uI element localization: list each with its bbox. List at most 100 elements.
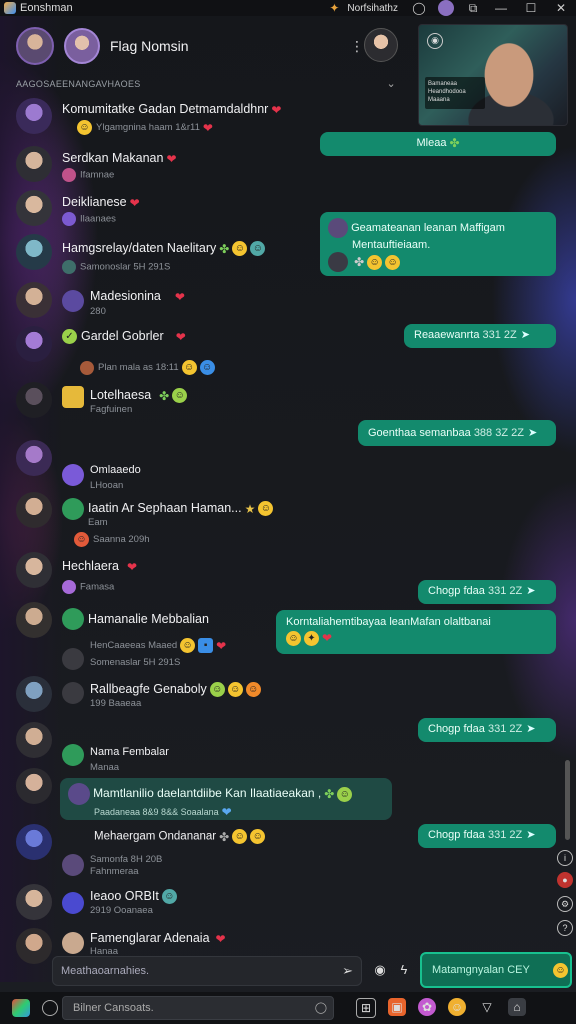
title-bar: Eonshman ✦ Norfsihathz ◯ ⧉ — ☐ ✕ (0, 0, 576, 16)
list-item[interactable]: Rallbeagfe Genaboly ☺ ☺ ☺ 199 Baaeaa (0, 676, 300, 716)
list-item[interactable]: Mehaergam Ondananar ✤ ☺ ☺ Samonfa 8H 20B Fa… (0, 824, 300, 880)
composer-placeholder: Meathaoarnahies. (61, 965, 150, 977)
avatar (16, 326, 52, 362)
message-bubble[interactable]: Goenthaa semanbaa 388 3Z 2Z ➤ (358, 420, 556, 446)
emoji-icon: ☺ (553, 963, 568, 978)
message-composer[interactable]: Meathaoarnahies. ➢ (52, 956, 362, 986)
message-bubble[interactable]: Reaaewanrta 331 2Z ➤ (404, 324, 556, 348)
item-sub: Plan mala as 18:11 ☺ ☺ (80, 360, 215, 375)
list-item[interactable]: Ieaoo ORBIt ☺ 2919 Ooanaea (0, 884, 300, 924)
list-item[interactable]: Nama Fembalar Manaa (0, 722, 300, 773)
scrollbar[interactable] (565, 760, 570, 840)
status-icon (80, 360, 94, 375)
minimize-button[interactable]: — (486, 1, 516, 15)
emoji-picker-icon[interactable]: ◉ (372, 962, 388, 978)
bubble-time: 388 3Z 2Z (473, 427, 524, 439)
item-name: Hamanalie Mebbalian (88, 612, 209, 626)
item-name-text: Lotelhaesa (90, 388, 152, 402)
status-icon (62, 168, 76, 182)
list-item[interactable]: Hamanalie Mebbalian HenCaaeeas Maaed ☺ ▪ ❤ … (0, 602, 300, 672)
item-name: Madesionina ❤ (90, 289, 185, 304)
record-icon[interactable]: ● (557, 872, 573, 888)
send-button[interactable]: Matamgnyalan CEY ☺ (420, 952, 572, 988)
list-item[interactable] (0, 768, 60, 808)
item-sub: Samonoslar 5H 291S (62, 260, 170, 274)
bubble-text: Chogp fdaa (428, 585, 485, 597)
item-sub-text: Ilaanaes (80, 213, 116, 225)
profile-avatar-icon[interactable] (438, 0, 454, 16)
close-button[interactable]: ✕ (546, 1, 576, 15)
list-item[interactable]: Lotelhaesa ✤ ☺ Fagfuinen (0, 382, 300, 422)
list-item[interactable]: Madesionina ❤ 280 (0, 282, 290, 322)
avatar (62, 892, 84, 914)
chevron-down-icon[interactable]: ⌄ (386, 77, 396, 90)
heart-icon: ❤ (129, 195, 140, 210)
app-icon[interactable]: ⊞ (356, 998, 376, 1018)
message-bubble[interactable]: Mamtlanilio daelantdiibe Kan Ilaatiaeaka… (60, 778, 392, 820)
list-item[interactable]: Deiklianese ❤ Ilaanaes (0, 190, 290, 230)
heart-icon: ❤ (175, 329, 186, 344)
app-icon[interactable]: ⌂ (508, 998, 526, 1016)
avatar (16, 884, 52, 920)
app-icon[interactable]: ☺ (448, 998, 466, 1016)
message-bubble[interactable]: Geamateanan leanan Maffigam Mentauftieia… (320, 212, 556, 276)
section-header[interactable]: AAGOSAEENANGAVHAOES ⌄ (16, 77, 396, 91)
puzzle-icon[interactable]: ✦ (327, 1, 341, 15)
filter-icon[interactable]: ▽ (478, 998, 496, 1016)
sent-icon: ➤ (520, 329, 530, 341)
message-bubble[interactable]: Chogp fdaa 331 2Z ➤ (418, 580, 556, 604)
video-preview[interactable]: ◉ Bamaneaa Heandhodooa Maaana (418, 24, 568, 126)
clock-icon[interactable] (42, 1000, 58, 1016)
item-name-text: Mehaergam Ondananar (94, 830, 217, 843)
avatar (16, 146, 52, 182)
item-sub-text: Ifamnae (80, 169, 115, 181)
item-sub: 2919 Ooanaea (90, 905, 153, 916)
message-bubble[interactable]: Chogp fdaa 331 2Z ➤ (418, 824, 556, 848)
avatar (62, 744, 84, 766)
message-bubble[interactable]: Korntaliahemtibayaa leanMafan olaltbanai… (276, 610, 556, 654)
status-icon (62, 580, 76, 594)
avatar (16, 602, 52, 638)
item-sub: LHooan (90, 480, 123, 491)
taskbar-apps: ⊞ ▣ ✿ ☺ ▽ ⌂ (344, 998, 526, 1018)
help-icon[interactable]: ? (557, 920, 573, 936)
list-item[interactable]: Serdkan Makanan ❤ Ifamnae (0, 146, 290, 186)
bell-icon[interactable]: ◯ (412, 1, 426, 15)
item-name: Hamgsrelay/daten Naelitary ✤ ☺ ☺ (62, 241, 266, 257)
item-sub-text: 2919 Ooanaea (90, 905, 153, 916)
avatar[interactable] (364, 28, 398, 62)
app-icon[interactable]: ✿ (418, 998, 436, 1016)
sent-icon: ➤ (526, 723, 536, 735)
list-item[interactable]: Komumitatke Gadan Detmamdaldhnr ❤ ☺ Ylgamg… (0, 98, 290, 138)
heart-icon: ❤ (322, 631, 333, 646)
plant-icon: ✤ (219, 241, 230, 256)
avatar (62, 608, 84, 630)
list-item[interactable]: Iaatin Ar Sephaan Haman... ★ ☺ Eam ☺ Saanna… (0, 492, 300, 548)
emoji-icon: ☺ (232, 241, 248, 257)
avatar[interactable] (64, 28, 100, 64)
list-item[interactable]: Omlaaedo LHooan (0, 440, 300, 491)
avatar (62, 932, 84, 954)
more-options-icon[interactable]: ⋮ (350, 38, 364, 55)
app-icon[interactable]: ▣ (388, 998, 406, 1016)
list-item[interactable]: Hechlaera ❤ Famasa (0, 552, 300, 596)
list-item[interactable]: Hamgsrelay/daten Naelitary ✤ ☺ ☺ Samonoslar… (0, 234, 300, 274)
info-icon[interactable]: i (557, 850, 573, 866)
list-item[interactable]: ✓ Gardel Gobrler ❤ Plan mala as 18:11 ☺ ☺ (0, 326, 300, 376)
item-sub-text: Plan mala as 18:11 (98, 362, 179, 374)
message-bubble[interactable]: Mleaa ✤ (320, 132, 556, 156)
avatar (16, 282, 52, 318)
start-icon[interactable] (12, 999, 30, 1017)
item-sub-text: HenCaaeeas Maaed (90, 640, 178, 652)
item-name-text: Rallbeagfe Genaboly (90, 682, 207, 696)
screen-share-icon[interactable]: ⧉ (466, 1, 480, 15)
settings-icon[interactable]: ⚙ (557, 896, 573, 912)
maximize-button[interactable]: ☐ (516, 1, 546, 15)
lightning-icon[interactable]: ϟ (396, 962, 412, 978)
avatar[interactable] (16, 27, 54, 65)
send-arrow-icon[interactable]: ➢ (342, 963, 353, 979)
item-sub-text: Somenaslar 5H 291S (90, 657, 181, 668)
item-name: Hechlaera ❤ (62, 559, 137, 574)
message-bubble[interactable]: Chogp fdaa 331 2Z ➤ (418, 718, 556, 742)
taskbar-search[interactable]: Bilner Cansoats. ◯ (62, 996, 334, 1020)
